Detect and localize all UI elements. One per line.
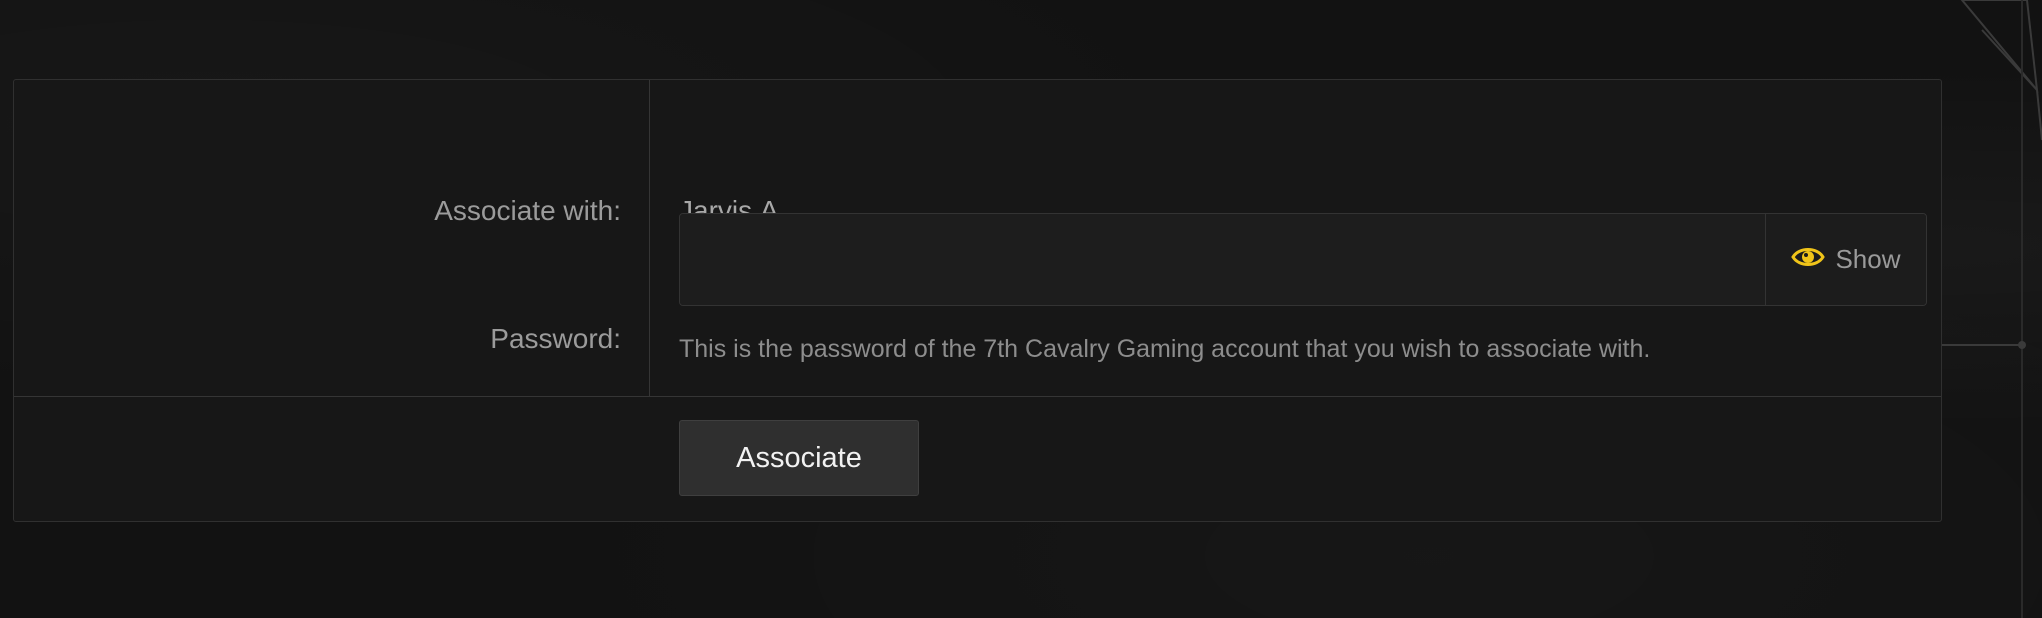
show-password-button[interactable]: Show (1765, 214, 1926, 305)
eye-icon (1791, 245, 1826, 274)
password-help-text: This is the password of the 7th Cavalry … (679, 335, 1651, 363)
show-password-label: Show (1835, 244, 1901, 274)
password-label: Password: (490, 323, 621, 354)
form-submit-row: Associate (14, 397, 1941, 521)
password-input-group: Show (679, 213, 1927, 306)
decorative-corner-ornament (1942, 0, 2042, 618)
password-input[interactable] (680, 214, 1765, 305)
associate-button[interactable]: Associate (679, 420, 919, 496)
associate-account-form: Associate with: Password: Jarvis.A Show … (13, 79, 1942, 522)
form-label-column: Associate with: Password: (14, 80, 650, 396)
associate-with-label: Associate with: (434, 195, 621, 226)
form-fields-row: Associate with: Password: Jarvis.A Show … (14, 80, 1941, 397)
